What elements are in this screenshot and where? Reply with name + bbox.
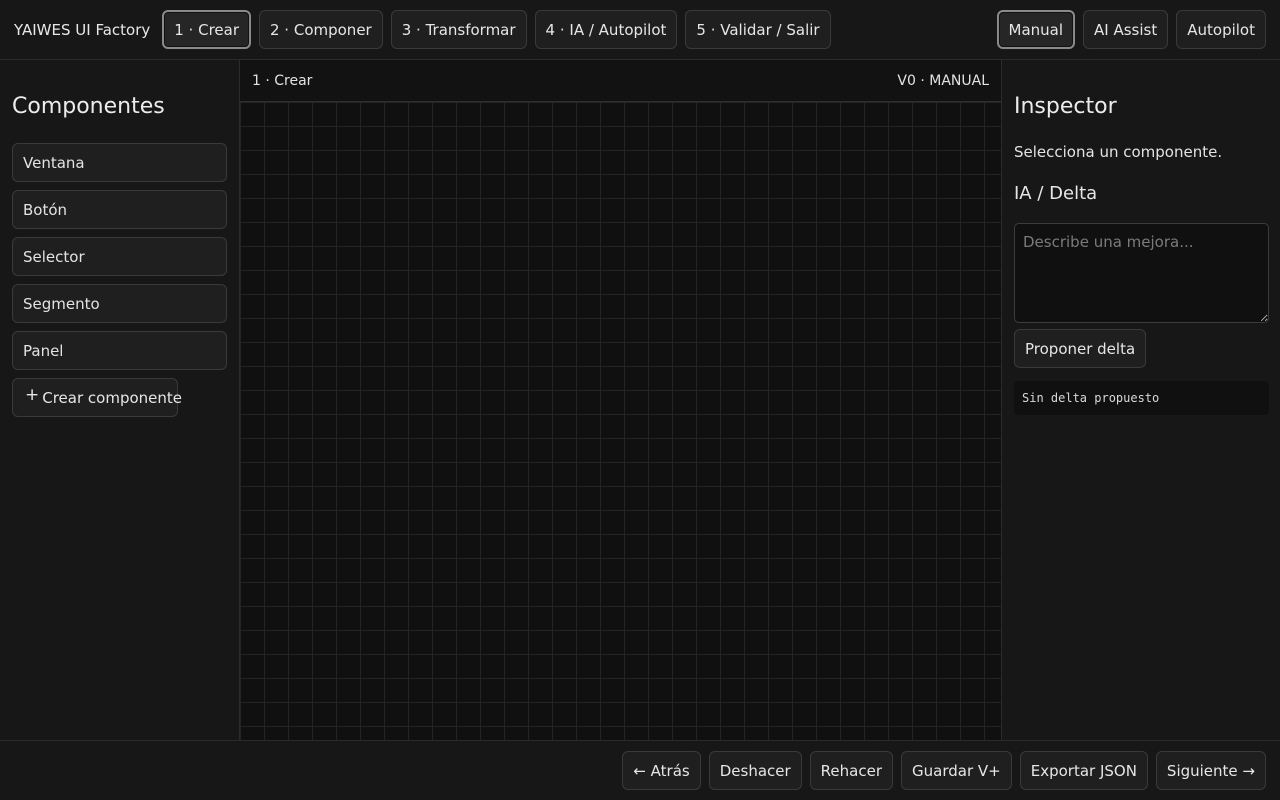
tab-step-4-ia-autopilot[interactable]: 4 · IA / Autopilot	[534, 10, 678, 49]
next-button[interactable]: Siguiente →	[1155, 751, 1266, 790]
tab-step-3-transformar[interactable]: 3 · Transformar	[390, 10, 527, 49]
component-item-boton[interactable]: Botón	[12, 190, 227, 229]
propose-delta-button[interactable]: Proponer delta	[1014, 329, 1147, 368]
redo-button[interactable]: Rehacer	[809, 751, 893, 790]
component-item-segmento[interactable]: Segmento	[12, 284, 227, 323]
improvement-description-input[interactable]	[1014, 223, 1269, 323]
design-canvas[interactable]	[240, 102, 1001, 740]
back-button[interactable]: ← Atrás	[622, 751, 701, 790]
step-tabs: 1 · Crear 2 · Componer 3 · Transformar 4…	[162, 10, 831, 49]
create-component-button[interactable]: + Crear componente	[12, 378, 182, 417]
undo-button[interactable]: Deshacer	[708, 751, 802, 790]
create-component-label: Crear componente	[42, 388, 183, 407]
save-version-button[interactable]: Guardar V+	[901, 751, 1012, 790]
canvas-step-label: 1 · Crear	[252, 72, 313, 89]
components-sidebar: Componentes Ventana Botón Selector Segme…	[0, 60, 240, 740]
tab-step-2-componer[interactable]: 2 · Componer	[259, 10, 383, 49]
component-item-panel[interactable]: Panel	[12, 331, 227, 370]
tab-step-1-crear[interactable]: 1 · Crear	[162, 10, 251, 49]
delta-output: Sin delta propuesto	[1014, 381, 1269, 415]
mode-switch: Manual AI Assist Autopilot	[996, 10, 1266, 49]
inspector-panel: Inspector Selecciona un componente. IA /…	[1001, 60, 1280, 740]
canvas-header: 1 · Crear V0 · MANUAL	[240, 60, 1001, 102]
components-title: Componentes	[12, 94, 165, 119]
app-title: YAIWES UI Factory	[14, 20, 151, 39]
inspector-title: Inspector	[1014, 94, 1117, 119]
bottom-action-bar: ← Atrás Deshacer Rehacer Guardar V+ Expo…	[0, 740, 1280, 800]
mode-manual-button[interactable]: Manual	[996, 10, 1076, 49]
mode-ai-assist-button[interactable]: AI Assist	[1083, 10, 1169, 49]
component-list: Ventana Botón Selector Segmento Panel + …	[12, 143, 227, 417]
mode-autopilot-button[interactable]: Autopilot	[1176, 10, 1266, 49]
export-json-button[interactable]: Exportar JSON	[1019, 751, 1148, 790]
component-item-selector[interactable]: Selector	[12, 237, 227, 276]
inspector-hint: Selecciona un componente.	[1014, 143, 1223, 161]
tab-step-5-validar-salir[interactable]: 5 · Validar / Salir	[685, 10, 831, 49]
ai-delta-title: IA / Delta	[1014, 183, 1098, 204]
component-item-ventana[interactable]: Ventana	[12, 143, 227, 182]
top-bar: YAIWES UI Factory 1 · Crear 2 · Componer…	[0, 0, 1280, 60]
version-mode-status: V0 · MANUAL	[897, 72, 989, 89]
canvas-area: 1 · Crear V0 · MANUAL	[240, 60, 1001, 740]
plus-icon: +	[25, 385, 40, 405]
